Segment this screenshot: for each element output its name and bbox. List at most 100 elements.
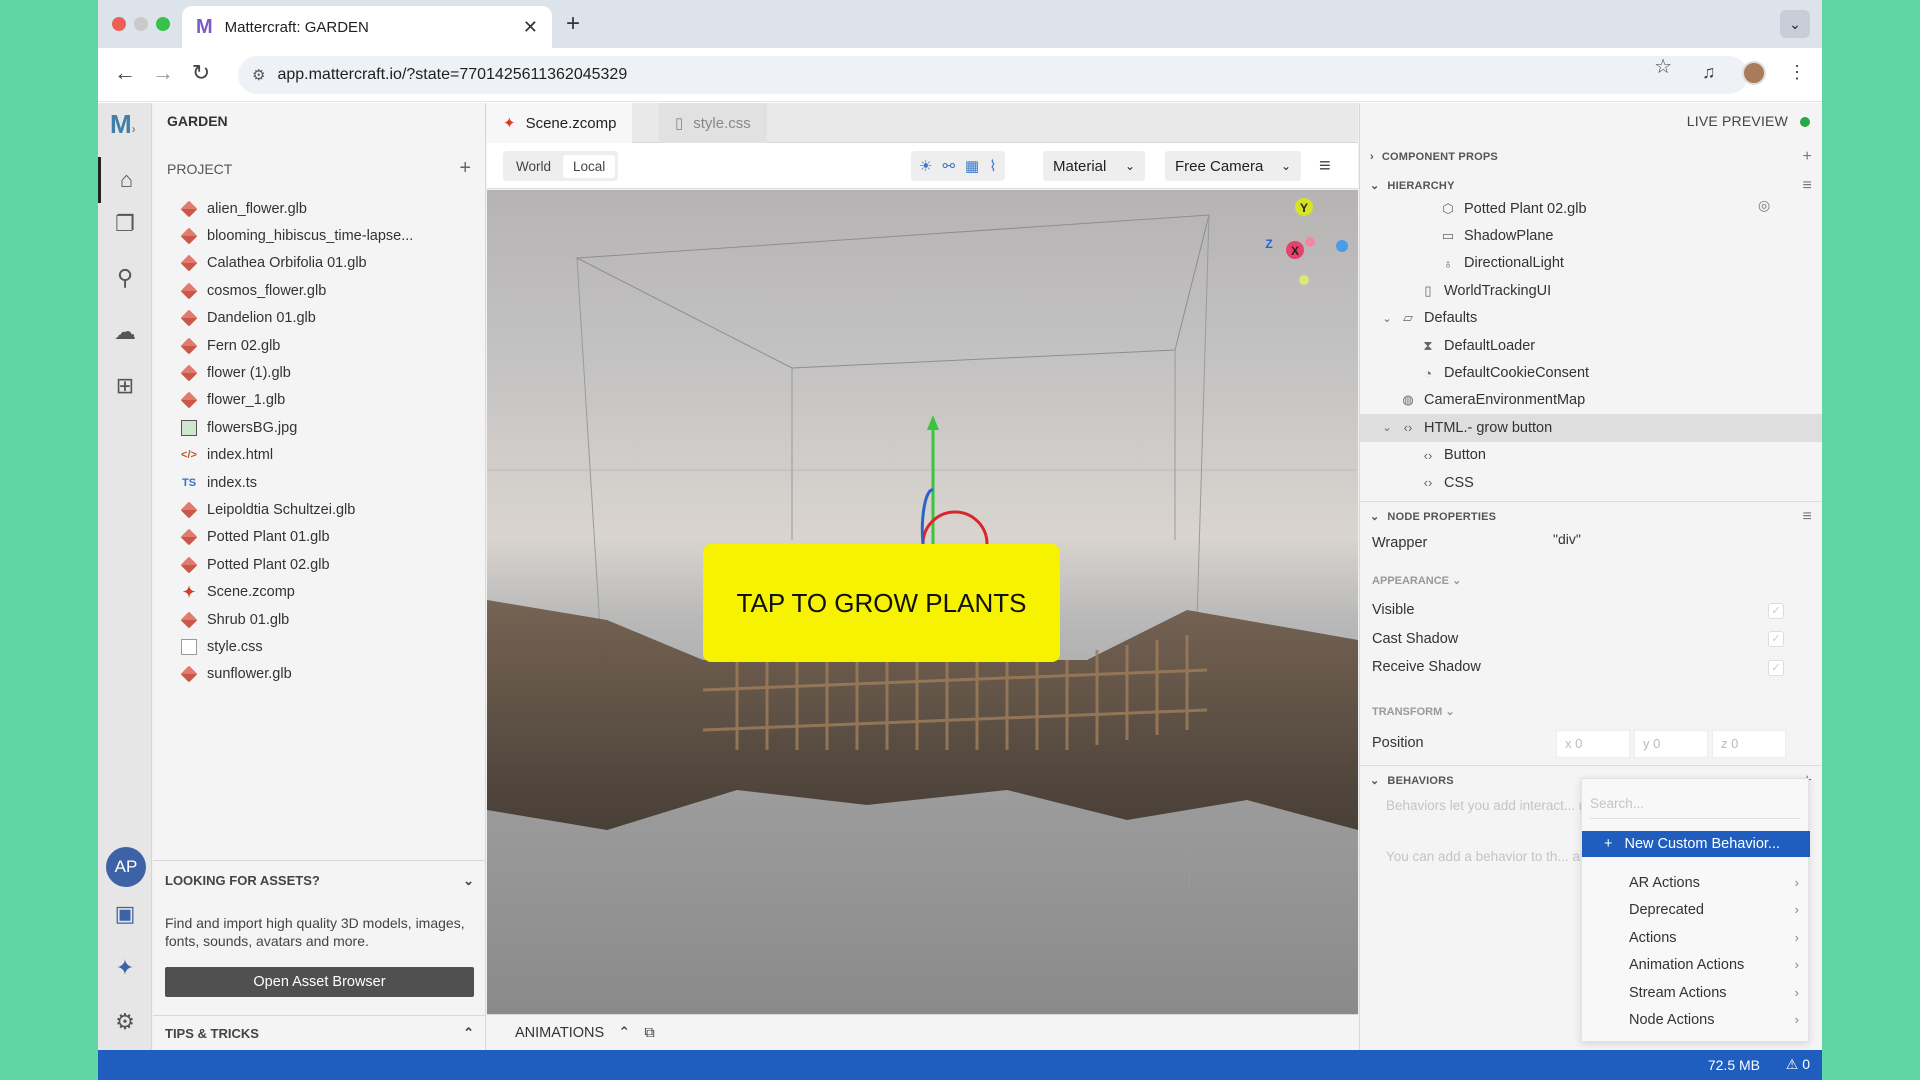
local-toggle[interactable]: Local	[563, 154, 616, 178]
scene-viewport[interactable]: Y Z X TAP TO GROW PLANTS	[487, 190, 1358, 1014]
transform-header[interactable]: TRANSFORM ⌄	[1372, 705, 1455, 718]
position-y-input[interactable]: y 0	[1634, 730, 1708, 758]
popout-icon[interactable]: ⧉	[644, 1025, 654, 1041]
file-item[interactable]: sunflower.glb	[180, 661, 413, 688]
tab-scene-zcomp[interactable]: ✦ Scene.zcomp	[487, 103, 633, 143]
receive-shadow-checkbox[interactable]: ✓	[1768, 660, 1784, 676]
warnings-indicator[interactable]: ⚠ 0	[1786, 1056, 1810, 1073]
gizmo-neg-x-dot[interactable]	[1305, 237, 1315, 247]
hierarchy-node[interactable]: ◔ DefaultCookieConsent	[1360, 359, 1822, 386]
add-file-icon[interactable]: +	[459, 157, 471, 180]
hierarchy-node[interactable]: ⌄ ▱ Defaults	[1360, 305, 1822, 332]
browser-tab[interactable]: M Mattercraft: GARDEN ✕	[182, 6, 552, 48]
hierarchy-node[interactable]: ‹› Button	[1360, 442, 1822, 469]
file-item[interactable]: flowersBG.jpg	[181, 414, 413, 441]
chevron-up-icon[interactable]: ⌃	[618, 1025, 630, 1041]
expand-chevron-icon[interactable]: ⌄	[1380, 312, 1394, 325]
behavior-menu-item[interactable]: Deprecated ›	[1629, 902, 1799, 918]
hierarchy-node[interactable]: ⌄ ‹› HTML.- grow button	[1360, 414, 1822, 442]
behavior-menu-item[interactable]: Actions ›	[1629, 930, 1799, 946]
browser-menu-icon[interactable]: ⋮	[1788, 62, 1806, 83]
address-bar[interactable]: ⚙ app.mattercraft.io/?state=770142561136…	[238, 56, 1748, 94]
hierarchy-menu-icon[interactable]: ≡	[1802, 177, 1812, 195]
file-item[interactable]: TS index.ts	[181, 469, 413, 496]
tips-header[interactable]: TIPS & TRICKS ⌃	[153, 1015, 486, 1050]
chevron-down-icon[interactable]: ⌄	[463, 873, 474, 889]
file-item[interactable]: Fern 02.glb	[180, 332, 413, 359]
file-item[interactable]: flower_1.glb	[180, 387, 413, 414]
back-icon[interactable]: ←	[110, 60, 140, 86]
assets-header[interactable]: LOOKING FOR ASSETS? ⌄	[165, 873, 474, 889]
viewport-menu-icon[interactable]: ≡	[1319, 155, 1331, 178]
party-icon[interactable]: ✦	[98, 955, 152, 981]
open-asset-browser-button[interactable]: Open Asset Browser	[165, 967, 474, 997]
behavior-menu-item[interactable]: Animation Actions ›	[1629, 957, 1799, 973]
gizmo-neg-z-dot[interactable]	[1336, 240, 1348, 252]
hierarchy-node[interactable]: ▭ ShadowPlane	[1360, 222, 1822, 249]
expand-chevron-icon[interactable]: ⌄	[1380, 421, 1394, 434]
mattercraft-logo[interactable]: M›	[110, 109, 136, 140]
component-props-header[interactable]: › COMPONENT PROPS +	[1360, 148, 1822, 166]
behavior-menu-item[interactable]: Node Actions ›	[1629, 1012, 1799, 1028]
file-item[interactable]: alien_flower.glb	[180, 195, 413, 222]
world-toggle[interactable]: World	[506, 155, 561, 178]
forward-icon[interactable]: →	[148, 60, 178, 86]
close-tab-icon[interactable]: ✕	[523, 17, 538, 38]
tap-to-grow-button[interactable]: TAP TO GROW PLANTS	[703, 544, 1060, 662]
visibility-eye-icon[interactable]: ◎	[1758, 197, 1770, 214]
material-dropdown[interactable]: Material ⌄	[1043, 151, 1145, 181]
file-item[interactable]: ✦ Scene.zcomp	[181, 578, 413, 605]
file-item[interactable]: cosmos_flower.glb	[180, 277, 413, 304]
position-z-input[interactable]: z 0	[1712, 730, 1786, 758]
wrapper-value[interactable]: "div"	[1553, 531, 1581, 547]
hierarchy-node[interactable]: ▯ WorldTrackingUI	[1360, 277, 1822, 304]
chevron-up-icon[interactable]: ⌃	[463, 1025, 474, 1041]
stats-icon[interactable]: ⌇	[989, 157, 996, 175]
save-icon[interactable]: ▣	[98, 901, 152, 927]
media-controls-icon[interactable]: ♫	[1702, 62, 1716, 83]
file-item[interactable]: Dandelion 01.glb	[180, 305, 413, 332]
visible-checkbox[interactable]: ✓	[1768, 603, 1784, 619]
site-settings-icon[interactable]: ⚙	[252, 66, 265, 84]
hierarchy-node[interactable]: ⧗ DefaultLoader	[1360, 332, 1822, 359]
camera-dropdown[interactable]: Free Camera ⌄	[1165, 151, 1301, 181]
cloud-upload-icon[interactable]: ☁	[98, 319, 152, 345]
behavior-search-input[interactable]: Search...	[1590, 789, 1800, 819]
light-icon[interactable]: ☀	[919, 157, 932, 175]
hierarchy-node[interactable]: ♁ DirectionalLight	[1360, 250, 1822, 277]
hierarchy-header[interactable]: ⌄ HIERARCHY ≡	[1360, 177, 1822, 195]
file-item[interactable]: flower (1).glb	[180, 359, 413, 386]
file-item[interactable]: Potted Plant 02.glb	[180, 551, 413, 578]
close-window-dot[interactable]	[112, 17, 126, 31]
file-item[interactable]: Potted Plant 01.glb	[180, 524, 413, 551]
search-icon[interactable]: ⚲	[98, 265, 152, 291]
tab-search-icon[interactable]: ⌄	[1780, 10, 1810, 38]
add-component-icon[interactable]: +	[1802, 148, 1812, 166]
profile-avatar[interactable]	[1742, 61, 1766, 85]
cast-shadow-checkbox[interactable]: ✓	[1768, 631, 1784, 647]
node-properties-menu-icon[interactable]: ≡	[1802, 508, 1812, 526]
behavior-menu-item[interactable]: Stream Actions ›	[1629, 985, 1799, 1001]
maximize-window-dot[interactable]	[156, 17, 170, 31]
hierarchy-node[interactable]: ‹› CSS	[1360, 469, 1822, 496]
behavior-menu-item[interactable]: AR Actions ›	[1629, 875, 1799, 891]
hierarchy-node[interactable]: ◍ CameraEnvironmentMap	[1360, 387, 1822, 414]
node-properties-header[interactable]: ⌄ NODE PROPERTIES ≡	[1360, 501, 1822, 526]
tab-style-css[interactable]: ▯ style.css	[659, 103, 767, 143]
appearance-header[interactable]: APPEARANCE ⌄	[1372, 574, 1461, 587]
hierarchy-icon[interactable]: ⊞	[98, 373, 152, 399]
position-x-input[interactable]: x 0	[1556, 730, 1630, 758]
link-icon[interactable]: ⚯	[942, 157, 955, 175]
bookmark-star-icon[interactable]: ☆	[1654, 54, 1672, 79]
new-tab-icon[interactable]: +	[566, 10, 580, 38]
files-icon[interactable]: ❐	[98, 211, 152, 237]
file-item[interactable]: style.css	[181, 633, 413, 660]
file-item[interactable]: </> index.html	[181, 442, 413, 469]
new-custom-behavior-item[interactable]: + New Custom Behavior...	[1582, 831, 1810, 857]
settings-gear-icon[interactable]: ⚙	[98, 1009, 152, 1035]
file-item[interactable]: Shrub 01.glb	[180, 606, 413, 633]
animations-tab[interactable]: ANIMATIONS	[515, 1025, 604, 1041]
file-item[interactable]: Leipoldtia Schultzei.glb	[180, 496, 413, 523]
file-item[interactable]: Calathea Orbifolia 01.glb	[180, 250, 413, 277]
user-avatar[interactable]: AP	[106, 847, 146, 887]
